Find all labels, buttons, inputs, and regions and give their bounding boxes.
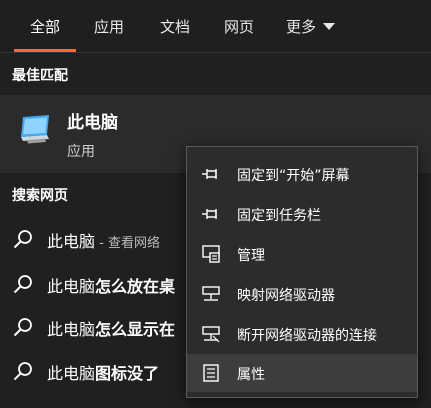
pin-icon <box>202 209 217 219</box>
menu-item-label: 属性 <box>237 367 265 383</box>
computer-icon <box>21 115 49 144</box>
web-result-text: 此电脑 - 查看网络 <box>47 228 160 252</box>
tab-more[interactable]: 更多 <box>286 0 352 52</box>
tab-apps-label: 应用 <box>93 17 124 36</box>
best-match-subtitle: 应用 <box>67 144 95 160</box>
menu-item-label: 固定到任务栏 <box>237 208 321 224</box>
menu-item-label: 断开网络驱动器的连接 <box>237 328 377 344</box>
search-panel: 全部 应用 文档 网页 更多 最佳匹配 此电脑 应用 搜索网页 此电脑 - 查看… <box>0 0 431 408</box>
tab-web[interactable]: 网页 <box>218 0 260 52</box>
best-match-heading: 最佳匹配 <box>12 68 68 84</box>
manage-icon <box>202 245 220 263</box>
disconnect-drive-icon <box>202 326 220 343</box>
chevron-down-icon <box>323 22 336 30</box>
tab-more-label: 更多 <box>286 17 317 36</box>
properties-icon <box>203 364 219 382</box>
menu-item-manage[interactable]: 管理 <box>187 235 417 273</box>
web-result-prefix: 此电脑 <box>47 232 96 251</box>
menu-item-properties[interactable]: 属性 <box>187 354 417 392</box>
search-icon <box>13 275 32 294</box>
web-search-heading: 搜索网页 <box>12 188 68 204</box>
menu-item-pin-to-taskbar[interactable]: 固定到任务栏 <box>187 195 417 233</box>
web-result-prefix: 此电脑 <box>47 277 96 296</box>
pin-icon <box>202 169 217 179</box>
tab-divider <box>0 52 431 53</box>
tab-documents-label: 文档 <box>159 17 190 36</box>
web-result-text: 此电脑图标没了 <box>47 360 159 384</box>
web-result-prefix: 此电脑 <box>47 320 96 339</box>
search-icon <box>13 318 32 337</box>
menu-item-label: 固定到“开始”屏幕 <box>237 168 350 184</box>
search-icon <box>13 230 32 249</box>
web-result-bold: 怎么显示在 <box>95 320 176 339</box>
menu-item-label: 管理 <box>237 248 265 264</box>
web-result-bold: 图标没了 <box>95 364 160 383</box>
search-icon <box>13 362 32 381</box>
web-result-bold: 怎么放在桌 <box>95 277 176 296</box>
best-match-title: 此电脑 <box>67 113 118 133</box>
tab-all-label: 全部 <box>29 17 60 36</box>
web-result-text: 此电脑怎么显示在 <box>47 316 175 340</box>
menu-item-disconnect-network-drive[interactable]: 断开网络驱动器的连接 <box>187 315 417 353</box>
tab-web-label: 网页 <box>223 17 254 36</box>
tab-bar: 全部 应用 文档 网页 更多 <box>0 0 431 52</box>
menu-item-label: 映射网络驱动器 <box>237 288 335 304</box>
menu-item-map-network-drive[interactable]: 映射网络驱动器 <box>187 275 417 313</box>
menu-item-pin-to-start[interactable]: 固定到“开始”屏幕 <box>187 155 417 193</box>
network-drive-icon <box>202 286 220 301</box>
web-result-text: 此电脑怎么放在桌 <box>47 273 175 297</box>
tab-all[interactable]: 全部 <box>14 0 76 52</box>
web-result-hint: - 查看网络 <box>95 236 160 251</box>
web-result-prefix: 此电脑 <box>47 364 96 383</box>
context-menu: 固定到“开始”屏幕 固定到任务栏 管理 映射网络驱动器 断开网络驱动器的连接 属… <box>186 146 418 398</box>
tab-documents[interactable]: 文档 <box>154 0 196 52</box>
tab-apps[interactable]: 应用 <box>88 0 130 52</box>
